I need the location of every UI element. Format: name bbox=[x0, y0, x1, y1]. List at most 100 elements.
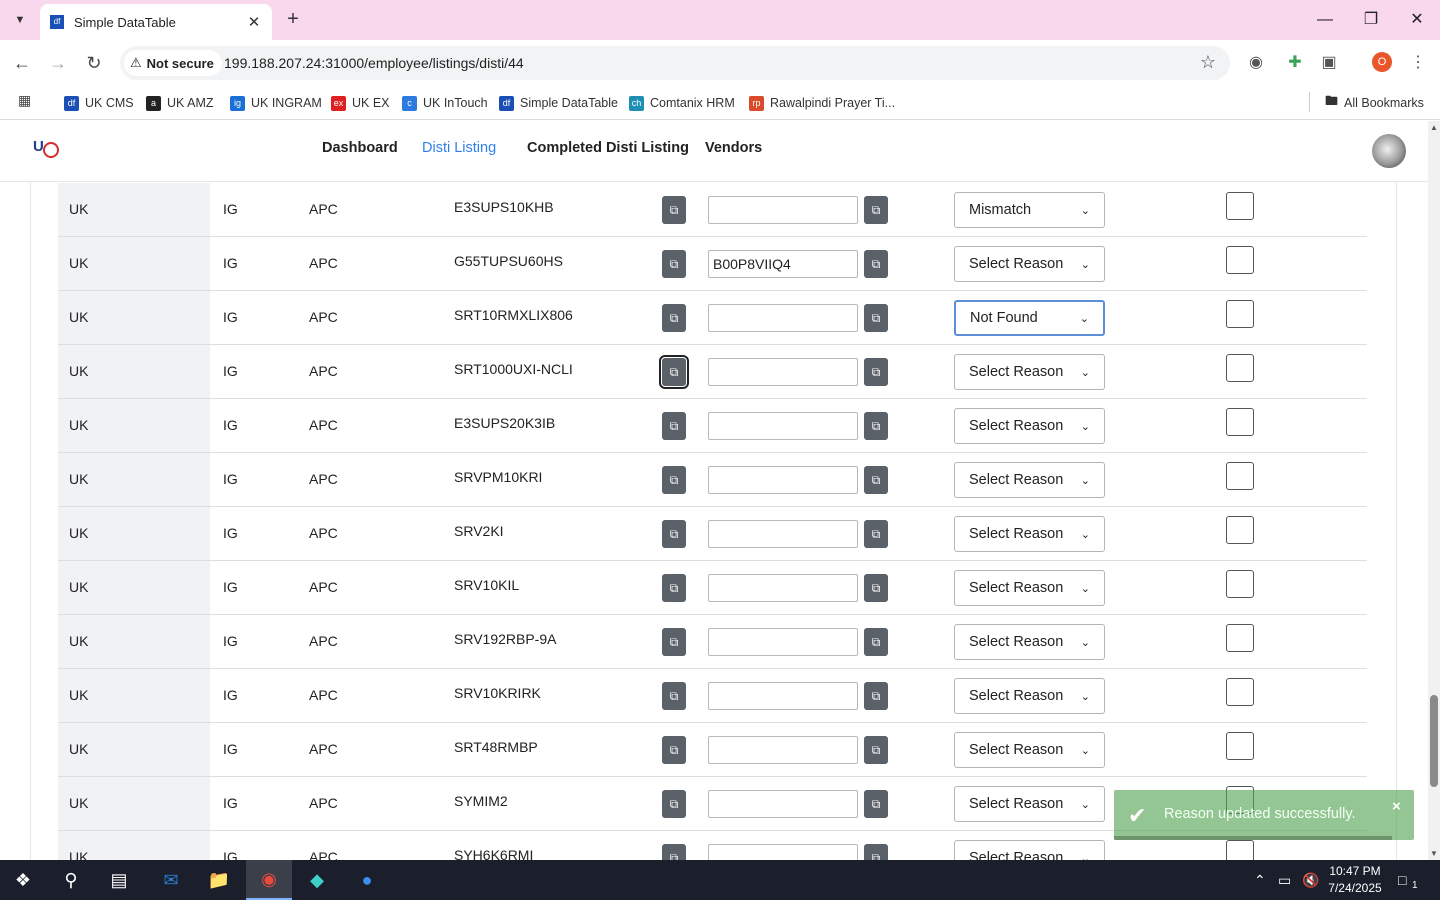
reason-select[interactable]: Select Reason ⌄ bbox=[954, 354, 1105, 390]
reason-select[interactable]: Select Reason ⌄ bbox=[954, 786, 1105, 822]
paste-asin-button[interactable]: ⧉ bbox=[864, 628, 888, 656]
bookmark-item[interactable]: ch Comtanix HRM bbox=[629, 92, 735, 114]
show-hidden-icons-chevron-icon[interactable]: ⌃ bbox=[1254, 872, 1266, 889]
nav-disti-listing[interactable]: Disti Listing bbox=[422, 140, 496, 156]
asin-input[interactable] bbox=[708, 196, 858, 224]
reason-select[interactable]: Select Reason ⌄ bbox=[954, 246, 1105, 282]
copy-sku-button[interactable]: ⧉ bbox=[659, 355, 689, 389]
profile-avatar[interactable]: O bbox=[1372, 52, 1392, 72]
row-checkbox[interactable] bbox=[1226, 732, 1254, 760]
reason-select[interactable]: Select Reason ⌄ bbox=[954, 408, 1105, 444]
copy-sku-button[interactable]: ⧉ bbox=[662, 736, 686, 764]
reason-select[interactable]: Select Reason ⌄ bbox=[954, 570, 1105, 606]
reason-select[interactable]: Select Reason ⌄ bbox=[954, 840, 1105, 860]
toast-close-icon[interactable]: × bbox=[1392, 798, 1401, 815]
row-checkbox[interactable] bbox=[1226, 516, 1254, 544]
apps-grid-icon[interactable]: ▦ bbox=[18, 92, 31, 109]
asin-input[interactable] bbox=[708, 628, 858, 656]
back-icon[interactable]: ← bbox=[10, 51, 34, 75]
browser-tab[interactable]: df Simple DataTable ✕ bbox=[40, 4, 272, 40]
asin-input[interactable] bbox=[708, 250, 858, 278]
file-explorer-folder-icon[interactable]: 📁 bbox=[196, 860, 242, 900]
bookmark-item[interactable]: ig UK INGRAM bbox=[230, 92, 322, 114]
task-view-icon[interactable]: ▤ bbox=[96, 860, 142, 900]
scrollbar-thumb[interactable] bbox=[1430, 695, 1438, 787]
row-checkbox[interactable] bbox=[1226, 300, 1254, 328]
reason-select[interactable]: Select Reason ⌄ bbox=[954, 678, 1105, 714]
chrome-icon[interactable]: ◉ bbox=[246, 860, 292, 900]
row-checkbox[interactable] bbox=[1226, 354, 1254, 382]
paste-asin-button[interactable]: ⧉ bbox=[864, 574, 888, 602]
taskbar-clock[interactable]: 10:47 PM 7/24/2025 bbox=[1320, 863, 1390, 897]
copy-sku-button[interactable]: ⧉ bbox=[662, 520, 686, 548]
forward-icon[interactable]: → bbox=[46, 51, 70, 75]
paste-asin-button[interactable]: ⧉ bbox=[864, 520, 888, 548]
paste-asin-button[interactable]: ⧉ bbox=[864, 466, 888, 494]
new-tab-button[interactable]: + bbox=[282, 8, 304, 30]
extension-puzzle-green-icon[interactable]: ✚ bbox=[1283, 51, 1307, 75]
copy-sku-button[interactable]: ⧉ bbox=[662, 844, 686, 860]
bookmark-item[interactable]: c UK InTouch bbox=[402, 92, 488, 114]
row-checkbox[interactable] bbox=[1226, 570, 1254, 598]
copy-sku-button[interactable]: ⧉ bbox=[662, 466, 686, 494]
app-diamond-icon[interactable]: ◆ bbox=[294, 860, 340, 900]
nav-dashboard[interactable]: Dashboard bbox=[322, 140, 398, 156]
url-text[interactable]: 199.188.207.24:31000/employee/listings/d… bbox=[224, 55, 524, 71]
row-checkbox[interactable] bbox=[1226, 624, 1254, 652]
paste-asin-button[interactable]: ⧉ bbox=[864, 736, 888, 764]
asin-input[interactable] bbox=[708, 466, 858, 494]
copy-sku-button[interactable]: ⧉ bbox=[662, 790, 686, 818]
page-scrollbar[interactable]: ▲ ▼ bbox=[1428, 121, 1440, 860]
asin-input[interactable] bbox=[708, 358, 858, 386]
copy-sku-button[interactable]: ⧉ bbox=[662, 574, 686, 602]
row-checkbox[interactable] bbox=[1226, 408, 1254, 436]
bookmark-item[interactable]: df UK CMS bbox=[64, 92, 134, 114]
reason-select[interactable]: Select Reason ⌄ bbox=[954, 516, 1105, 552]
all-bookmarks-button[interactable]: 🖿 All Bookmarks bbox=[1325, 92, 1424, 114]
reason-select[interactable]: Select Reason ⌄ bbox=[954, 462, 1105, 498]
copy-sku-button[interactable]: ⧉ bbox=[662, 196, 686, 224]
paste-asin-button[interactable]: ⧉ bbox=[864, 304, 888, 332]
bookmark-item[interactable]: ex UK EX bbox=[331, 92, 390, 114]
row-checkbox[interactable] bbox=[1226, 678, 1254, 706]
bookmark-item[interactable]: rp Rawalpindi Prayer Ti... bbox=[749, 92, 895, 114]
minimize-button[interactable]: — bbox=[1310, 8, 1340, 32]
paste-asin-button[interactable]: ⧉ bbox=[864, 844, 888, 860]
scroll-down-arrow-icon[interactable]: ▼ bbox=[1430, 849, 1438, 858]
copy-sku-button[interactable]: ⧉ bbox=[662, 628, 686, 656]
paste-asin-button[interactable]: ⧉ bbox=[864, 790, 888, 818]
asin-input[interactable] bbox=[708, 844, 858, 860]
bookmark-item[interactable]: a UK AMZ bbox=[146, 92, 214, 114]
start-button-windows-icon[interactable]: ❖ bbox=[0, 860, 46, 900]
row-checkbox[interactable] bbox=[1226, 246, 1254, 274]
volume-muted-icon[interactable]: 🔇 bbox=[1302, 872, 1319, 889]
nav-completed-disti-listing[interactable]: Completed Disti Listing bbox=[527, 140, 689, 156]
asin-input[interactable] bbox=[708, 574, 858, 602]
outlook-icon[interactable]: ✉ bbox=[148, 860, 194, 900]
browser-menu-icon[interactable]: ⋮ bbox=[1406, 51, 1430, 75]
paste-asin-button[interactable]: ⧉ bbox=[864, 358, 888, 386]
asin-input[interactable] bbox=[708, 520, 858, 548]
search-icon[interactable]: ⚲ bbox=[48, 860, 94, 900]
bookmark-item[interactable]: df Simple DataTable bbox=[499, 92, 618, 114]
asin-input[interactable] bbox=[708, 304, 858, 332]
address-bar[interactable]: ⚠ Not secure 199.188.207.24:31000/employ… bbox=[120, 46, 1230, 80]
zoom-icon[interactable]: ● bbox=[344, 860, 390, 900]
tab-search-chevron-icon[interactable]: ▼ bbox=[8, 8, 32, 32]
close-window-button[interactable]: ✕ bbox=[1402, 8, 1432, 32]
asin-input[interactable] bbox=[708, 790, 858, 818]
reason-select[interactable]: Select Reason ⌄ bbox=[954, 624, 1105, 660]
paste-asin-button[interactable]: ⧉ bbox=[864, 682, 888, 710]
copy-sku-button[interactable]: ⧉ bbox=[662, 682, 686, 710]
copy-sku-button[interactable]: ⧉ bbox=[662, 412, 686, 440]
network-icon[interactable]: ▭ bbox=[1278, 872, 1291, 889]
row-checkbox[interactable] bbox=[1226, 192, 1254, 220]
paste-asin-button[interactable]: ⧉ bbox=[864, 196, 888, 224]
uk-logo[interactable]: U bbox=[33, 138, 59, 164]
site-info-chip[interactable]: ⚠ Not secure bbox=[124, 50, 222, 76]
user-avatar[interactable] bbox=[1372, 134, 1406, 168]
reason-select[interactable]: Mismatch ⌄ bbox=[954, 192, 1105, 228]
reload-icon[interactable]: ↻ bbox=[82, 51, 106, 75]
reason-select[interactable]: Not Found ⌄ bbox=[954, 300, 1105, 336]
bookmark-star-icon[interactable]: ☆ bbox=[1200, 52, 1216, 73]
